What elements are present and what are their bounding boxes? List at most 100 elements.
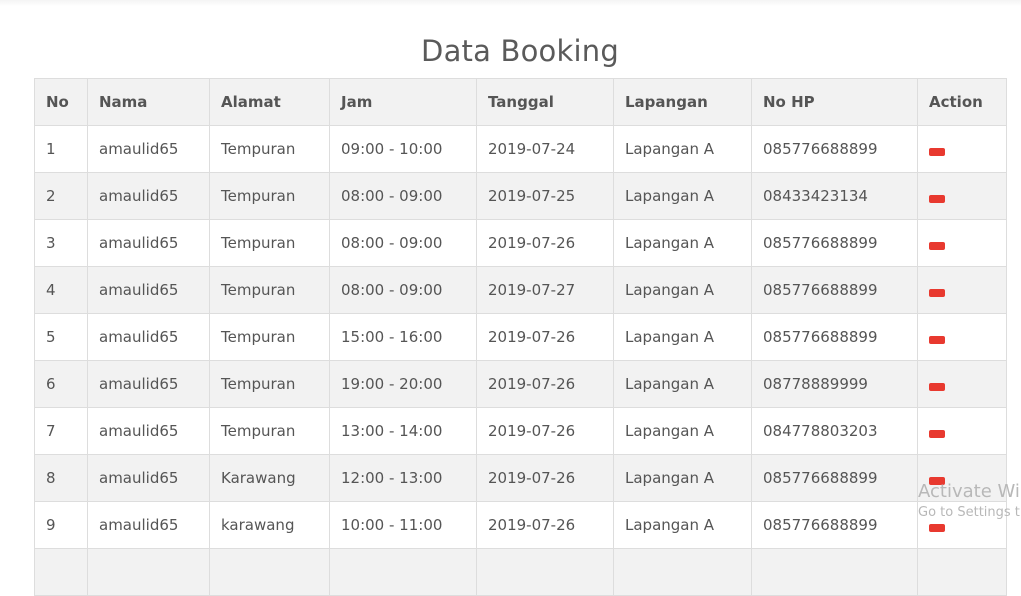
table-row: 4 amaulid65 Tempuran 08:00 - 09:00 2019-… [34, 266, 1007, 314]
cell-lapangan: Lapangan A [613, 125, 752, 173]
delete-button[interactable] [929, 476, 945, 485]
cell-action [917, 454, 1007, 502]
cell-jam: 19:00 - 20:00 [329, 360, 477, 408]
cell-nohp: 08433423134 [751, 172, 918, 220]
cell-nohp: 085776688899 [751, 313, 918, 361]
cell-action [917, 360, 1007, 408]
cell-nama: amaulid65 [87, 219, 210, 267]
cell-nama: amaulid65 [87, 125, 210, 173]
cell-no: 2 [34, 172, 88, 220]
top-navbar-shadow [0, 0, 1021, 6]
cell-lapangan: Lapangan A [613, 454, 752, 502]
cell-nama: amaulid65 [87, 313, 210, 361]
cell-jam: 15:00 - 16:00 [329, 313, 477, 361]
cell-nama [87, 548, 210, 596]
booking-table: No Nama Alamat Jam Tanggal Lapangan No H… [34, 78, 1007, 596]
cell-jam: 08:00 - 09:00 [329, 219, 477, 267]
cell-action [917, 548, 1007, 596]
delete-button[interactable] [929, 382, 945, 391]
delete-button[interactable] [929, 335, 945, 344]
cell-no: 5 [34, 313, 88, 361]
cell-nama: amaulid65 [87, 501, 210, 549]
cell-nohp: 085776688899 [751, 266, 918, 314]
cell-tanggal: 2019-07-27 [476, 266, 614, 314]
cell-lapangan [613, 548, 752, 596]
cell-nohp: 085776688899 [751, 125, 918, 173]
cell-jam: 12:00 - 13:00 [329, 454, 477, 502]
cell-nama: amaulid65 [87, 360, 210, 408]
table-row: 1 amaulid65 Tempuran 09:00 - 10:00 2019-… [34, 125, 1007, 173]
cell-nohp: 085776688899 [751, 454, 918, 502]
cell-action [917, 313, 1007, 361]
table-row: 9 amaulid65 karawang 10:00 - 11:00 2019-… [34, 501, 1007, 549]
cell-tanggal: 2019-07-26 [476, 407, 614, 455]
cell-nama: amaulid65 [87, 172, 210, 220]
cell-action [917, 219, 1007, 267]
delete-button[interactable] [929, 194, 945, 203]
cell-alamat: Tempuran [209, 172, 330, 220]
column-header-action: Action [917, 78, 1007, 126]
cell-alamat: Karawang [209, 454, 330, 502]
cell-alamat [209, 548, 330, 596]
cell-lapangan: Lapangan A [613, 172, 752, 220]
cell-tanggal: 2019-07-26 [476, 313, 614, 361]
cell-no: 9 [34, 501, 88, 549]
cell-jam: 10:00 - 11:00 [329, 501, 477, 549]
table-row: 2 amaulid65 Tempuran 08:00 - 09:00 2019-… [34, 172, 1007, 220]
table-header-row: No Nama Alamat Jam Tanggal Lapangan No H… [34, 78, 1007, 126]
column-header-no: No [34, 78, 88, 126]
cell-lapangan: Lapangan A [613, 266, 752, 314]
cell-no: 8 [34, 454, 88, 502]
table-row: 7 amaulid65 Tempuran 13:00 - 14:00 2019-… [34, 407, 1007, 455]
cell-action [917, 172, 1007, 220]
delete-button[interactable] [929, 523, 945, 532]
cell-lapangan: Lapangan A [613, 219, 752, 267]
delete-button[interactable] [929, 241, 945, 250]
cell-tanggal: 2019-07-26 [476, 219, 614, 267]
cell-jam: 08:00 - 09:00 [329, 266, 477, 314]
table-row: 6 amaulid65 Tempuran 19:00 - 20:00 2019-… [34, 360, 1007, 408]
cell-action [917, 125, 1007, 173]
cell-nama: amaulid65 [87, 454, 210, 502]
cell-alamat: Tempuran [209, 360, 330, 408]
cell-tanggal [476, 548, 614, 596]
cell-action [917, 407, 1007, 455]
cell-no: 3 [34, 219, 88, 267]
cell-no: 7 [34, 407, 88, 455]
cell-action [917, 266, 1007, 314]
table-row [34, 548, 1007, 596]
cell-tanggal: 2019-07-26 [476, 454, 614, 502]
cell-alamat: Tempuran [209, 125, 330, 173]
column-header-jam: Jam [329, 78, 477, 126]
delete-button[interactable] [929, 147, 945, 156]
page-title: Data Booking [421, 34, 619, 68]
cell-alamat: Tempuran [209, 407, 330, 455]
cell-nama: amaulid65 [87, 266, 210, 314]
delete-button[interactable] [929, 288, 945, 297]
cell-jam: 08:00 - 09:00 [329, 172, 477, 220]
cell-tanggal: 2019-07-26 [476, 501, 614, 549]
cell-alamat: Tempuran [209, 266, 330, 314]
table-row: 3 amaulid65 Tempuran 08:00 - 09:00 2019-… [34, 219, 1007, 267]
cell-lapangan: Lapangan A [613, 407, 752, 455]
cell-no: 4 [34, 266, 88, 314]
cell-lapangan: Lapangan A [613, 360, 752, 408]
cell-jam: 13:00 - 14:00 [329, 407, 477, 455]
column-header-lapangan: Lapangan [613, 78, 752, 126]
table-row: 8 amaulid65 Karawang 12:00 - 13:00 2019-… [34, 454, 1007, 502]
cell-nohp: 084778803203 [751, 407, 918, 455]
cell-jam: 09:00 - 10:00 [329, 125, 477, 173]
table-row: 5 amaulid65 Tempuran 15:00 - 16:00 2019-… [34, 313, 1007, 361]
cell-no: 6 [34, 360, 88, 408]
cell-action [917, 501, 1007, 549]
cell-alamat: karawang [209, 501, 330, 549]
column-header-tanggal: Tanggal [476, 78, 614, 126]
delete-button[interactable] [929, 429, 945, 438]
cell-jam [329, 548, 477, 596]
cell-tanggal: 2019-07-25 [476, 172, 614, 220]
cell-nama: amaulid65 [87, 407, 210, 455]
cell-alamat: Tempuran [209, 219, 330, 267]
cell-alamat: Tempuran [209, 313, 330, 361]
cell-tanggal: 2019-07-24 [476, 125, 614, 173]
cell-nohp [751, 548, 918, 596]
